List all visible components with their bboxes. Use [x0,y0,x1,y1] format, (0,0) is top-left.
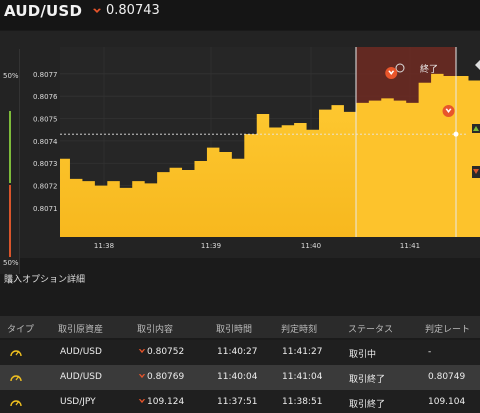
x-tick-label: 11:41 [400,242,420,250]
y-axis-ticks: 0.8077 0.8076 0.8075 0.8074 0.8073 0.8072 0.80… [33,71,58,213]
table-row[interactable]: AUD/USD 0.80769 11:40:04 11:41:04 取引終了 0… [0,365,480,390]
right-down-flag-icon [472,166,480,178]
time-cell: 11:40:04 [217,372,258,382]
col-time: 取引時間 [216,325,253,335]
y-tick-label: 0.8076 [33,93,58,101]
col-judge-rate: 判定レート [425,325,471,335]
trading-app: AUD/USD 0.80743 50% 50% × 終了 0.8077 0.80… [0,0,480,413]
col-type: タイプ [7,325,35,335]
content-rate: 0.80752 [147,347,185,357]
time-cell: 11:37:51 [217,397,258,407]
trade-entry-marker[interactable] [442,105,455,118]
svg-text:終了: 終了 [420,63,438,75]
content-cell: 0.80752 [138,347,184,357]
judge-time-cell: 11:41:04 [282,372,323,382]
clock-icon [10,375,22,382]
judge-time-cell: 11:38:51 [282,397,323,407]
content-cell: 0.80769 [138,372,184,382]
table-row[interactable]: AUD/USD 0.80752 11:40:27 11:41:27 取引中 - [0,340,480,365]
down-arrow-icon [138,399,146,404]
gauge-bottom-label: 50% [3,259,19,267]
current-rate: 0.80743 [106,3,160,18]
time-cell: 11:40:27 [217,347,258,357]
content-rate: 0.80769 [147,372,185,382]
y-tick-label: 0.8072 [33,183,58,191]
right-flag-icon [475,60,480,70]
clock-icon [10,350,22,357]
asset-cell: USD/JPY [60,397,96,407]
price-chart: 終了 0.80770.80760.80750.80740.80730.80720… [33,47,480,250]
orders-section-title: 購入オプション詳細 [4,275,86,285]
asset-cell: AUD/USD [60,347,102,357]
content-rate: 109.124 [147,397,185,407]
down-arrow-icon [138,374,146,379]
header-bar: AUD/USD 0.80743 [0,0,480,30]
judge-rate-cell: - [428,347,432,357]
pair-title: AUD/USD [4,2,83,20]
y-tick-label: 0.8075 [33,116,58,124]
down-arrow-icon [93,8,101,13]
col-asset: 取引原資産 [58,325,104,335]
y-tick-label: 0.8077 [33,71,58,79]
judge-time-cell: 11:41:27 [282,347,323,357]
y-tick-label: 0.8071 [33,205,58,213]
content-cell: 109.124 [138,397,184,407]
right-up-flag-icon [472,124,480,133]
judge-rate-cell: 0.80749 [428,372,466,382]
asset-cell: AUD/USD [60,372,102,382]
col-status: ステータス [348,325,394,335]
col-judge-time: 判定時刻 [281,325,318,335]
x-tick-label: 11:38 [94,242,114,250]
status-cell: 取引終了 [349,400,386,410]
x-tick-label: 11:40 [301,242,321,250]
col-content: 取引内容 [137,325,174,335]
status-cell: 取引中 [349,350,377,360]
x-axis-ticks: 11:38 11:39 11:40 11:41 [94,242,420,250]
y-tick-label: 0.8074 [33,138,58,146]
orders-table-header: タイプ 取引原資産 取引内容 取引時間 判定時刻 ステータス 判定レート [0,316,480,338]
trade-entry-marker[interactable] [385,67,398,80]
down-arrow-icon [138,349,146,354]
x-tick-label: 11:39 [201,242,221,250]
chart-panel: 50% 50% × 終了 0.8077 0.8076 0.8075 0.8074… [0,30,480,286]
current-price-dot [453,131,459,137]
judge-rate-cell: 109.104 [428,397,466,407]
table-row[interactable]: USD/JPY 109.124 11:37:51 11:38:51 取引終了 1… [0,390,480,413]
status-cell: 取引終了 [349,375,386,385]
y-tick-label: 0.8073 [33,160,58,168]
clock-icon [10,400,22,407]
